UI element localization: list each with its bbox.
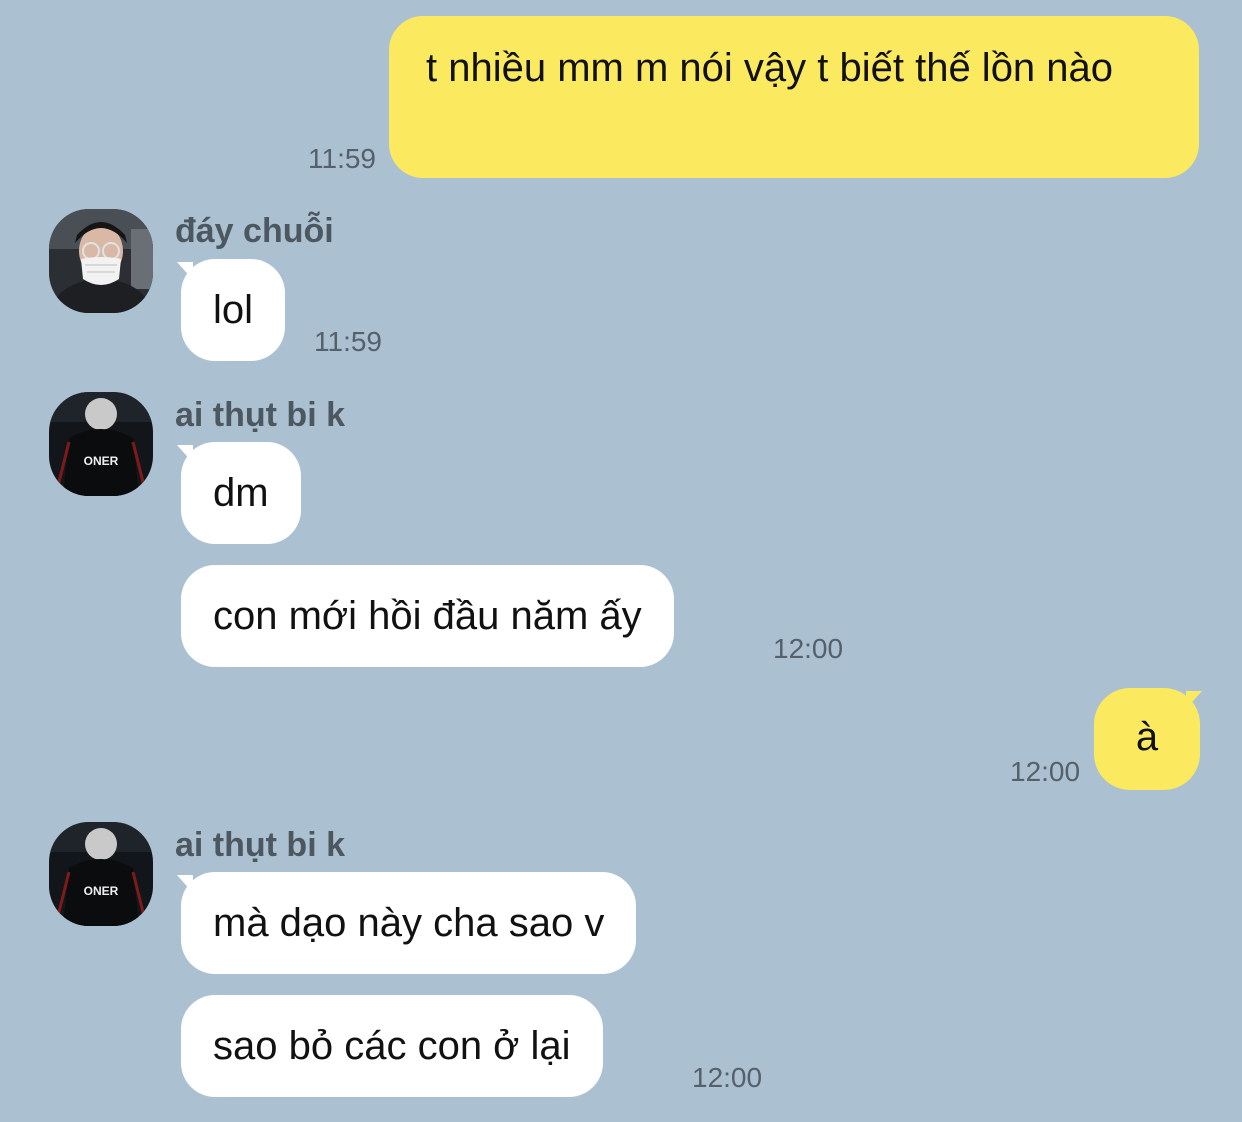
sender-name: ai thụt bi k [175,826,345,864]
message-text: lol [213,288,254,332]
message-bubble-received[interactable]: con mới hồi đầu năm ấy [181,565,674,667]
avatar-label: ONER [84,454,119,468]
message-text: sao bỏ các con ở lại [213,1024,571,1068]
message-timestamp: 11:59 [314,326,382,357]
message-text: con mới hồi đầu năm ấy [213,594,642,638]
message-text: t nhiều mm m nói vậy t biết thế lồn nào [426,46,1114,90]
message-text: mà dạo này cha sao v [213,901,605,945]
message-text: à [1135,715,1159,759]
message-bubble-received[interactable]: lol [181,259,286,361]
avatar[interactable] [49,209,153,313]
message-bubble-received[interactable]: mà dạo này cha sao v [181,872,637,974]
message-timestamp: 12:00 [692,1062,763,1093]
message-timestamp: 12:00 [1010,756,1081,787]
sender-name: đáy chuỗi [175,212,334,250]
avatar[interactable]: ONER [49,392,153,496]
message-bubble-sent[interactable]: à [1094,688,1200,790]
oner-jersey-avatar-icon: ONER [49,822,153,926]
message-timestamp: 12:00 [773,633,844,664]
message-bubble-received[interactable]: sao bỏ các con ở lại [181,995,603,1097]
avatar-label: ONER [84,884,119,898]
avatar[interactable]: ONER [49,822,153,926]
masked-person-avatar-icon [49,209,153,313]
message-bubble-sent[interactable]: t nhiều mm m nói vậy t biết thế lồn nào [389,16,1199,178]
message-text: dm [213,471,269,515]
message-timestamp: 11:59 [308,143,376,174]
message-bubble-received[interactable]: dm [181,442,301,544]
oner-jersey-avatar-icon: ONER [49,392,153,496]
chat-message-list[interactable]: t nhiều mm m nói vậy t biết thế lồn nào … [0,0,1242,1122]
sender-name: ai thụt bi k [175,396,345,434]
